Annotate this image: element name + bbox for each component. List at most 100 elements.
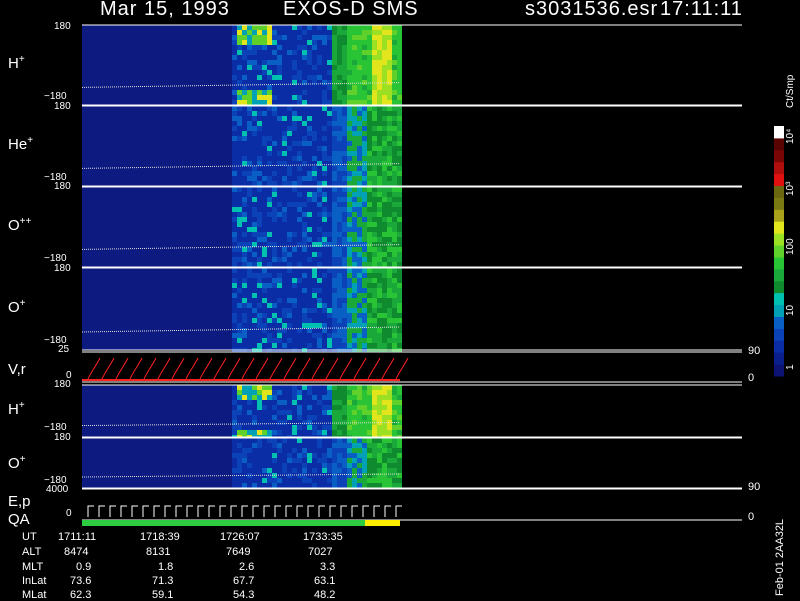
panel-o-plus-plus-cell	[327, 257, 332, 262]
panel-he-plus-cell	[372, 126, 377, 131]
panel-o-plus-plus-cell	[292, 252, 297, 257]
panel-h-plus-cell	[247, 60, 252, 65]
panel-h-plus-cell	[332, 75, 337, 80]
panel-he-plus-cell	[377, 111, 382, 116]
panel-he-plus-cell	[287, 116, 292, 121]
panel-h-plus-cell	[307, 30, 312, 35]
panel-h-plus-2-cell	[377, 430, 382, 435]
panel-o-plus-2-cell	[237, 483, 242, 488]
panel-o-plus-cell	[312, 283, 317, 288]
panel-h-plus-2-cell	[307, 390, 312, 395]
panel-h-plus-cell	[242, 80, 247, 85]
panel-h-plus-cell	[252, 85, 257, 90]
panel-h-plus-cell	[367, 90, 372, 95]
panel-o-plus-cell	[362, 283, 367, 288]
panel-o-plus-2-cell	[377, 468, 382, 473]
panel-o-plus-cell	[362, 298, 367, 303]
panel-o-plus-cell	[357, 298, 362, 303]
panel-o-plus-cell	[237, 283, 242, 288]
panel-h-plus-cell	[382, 100, 387, 105]
panel-he-plus-cell	[267, 146, 272, 151]
panel-he-plus-cell	[257, 156, 262, 161]
panel-h-plus-cell	[352, 55, 357, 60]
panel-o-plus-2-cell	[297, 478, 302, 483]
panel-he-plus-cell	[337, 131, 342, 136]
panel-h-plus-cell	[297, 90, 302, 95]
panel-o-plus-plus-cell	[382, 247, 387, 252]
panel-o-plus-plus-cell	[317, 217, 322, 222]
panel-o-plus-plus-cell	[337, 192, 342, 197]
panel-h-plus-2-cell	[387, 415, 392, 420]
panel-o-plus-plus-cell	[342, 252, 347, 257]
panel-o-plus-plus-cell	[352, 222, 357, 227]
panel-o-plus-cell	[397, 318, 402, 323]
panel-h-plus-cell	[307, 90, 312, 95]
panel-o-plus-cell	[332, 298, 337, 303]
panel-o-plus-cell	[307, 273, 312, 278]
panel-he-plus-cell	[372, 146, 377, 151]
panel-o-plus-plus-cell	[252, 222, 257, 227]
panel-o-plus-2-cell	[332, 468, 337, 473]
panel-o-plus-plus-cell	[252, 217, 257, 222]
panel-he-plus-cell	[272, 131, 277, 136]
panel-o-plus-plus-cell	[247, 207, 252, 212]
panel-o-plus-plus-cell	[337, 207, 342, 212]
panel-he-plus-cell	[272, 126, 277, 131]
panel-he-plus-cell	[252, 126, 257, 131]
panel-o-plus-plus-cell	[277, 202, 282, 207]
panel-h-plus-2-cell	[282, 430, 287, 435]
panel-h-plus-cell	[322, 45, 327, 50]
panel-h-plus-cell	[282, 60, 287, 65]
panel-h-plus-cell	[302, 25, 307, 30]
panel-h-plus-cell	[237, 50, 242, 55]
panel-o-plus-2-cell	[292, 483, 297, 488]
panel-o-plus-plus-cell	[397, 197, 402, 202]
panel-h-plus-cell	[247, 70, 252, 75]
panel-he-plus-cell	[352, 116, 357, 121]
panel-o-plus-plus-cell	[307, 232, 312, 237]
panel-o-plus-plus-cell	[262, 257, 267, 262]
panel-h-plus-cell	[237, 70, 242, 75]
panel-o-plus-plus-cell	[397, 247, 402, 252]
panel-o-plus-cell	[337, 278, 342, 283]
panel-o-plus-plus-cell	[357, 202, 362, 207]
panel-o-plus-plus-cell	[337, 257, 342, 262]
panel-o-plus-cell	[292, 268, 297, 273]
ep-step	[329, 505, 336, 517]
panel-o-plus-cell	[232, 288, 237, 293]
panel-he-plus-cell	[377, 166, 382, 171]
panel-h-plus-cell	[397, 65, 402, 70]
panel-o-plus-cell	[232, 293, 237, 298]
panel-o-plus-2-cell	[242, 448, 247, 453]
panel-he-plus-cell	[352, 131, 357, 136]
panel-o-plus-2-cell	[272, 458, 277, 463]
panel-h-plus-2-cell	[307, 420, 312, 425]
panel-o-plus-plus-cell	[387, 212, 392, 217]
panel-o-plus-2-cell	[292, 478, 297, 483]
panel-he-plus-cell	[282, 151, 287, 156]
panel-o-plus-2-cell	[392, 458, 397, 463]
panel-o-plus-plus-cell	[302, 222, 307, 227]
panel-o-plus-cell	[397, 268, 402, 273]
panel-he-plus-cell	[392, 151, 397, 156]
panel-o-plus-cell	[387, 318, 392, 323]
panel-o-plus-plus-cell	[392, 252, 397, 257]
panel-h-plus-2-cell	[377, 410, 382, 415]
panel-he-plus-cell	[287, 121, 292, 126]
panel-he-plus-cell	[277, 106, 282, 111]
panel-he-plus-cell	[382, 181, 387, 186]
panel-o-plus-plus-cell	[237, 232, 242, 237]
panel-he-plus-cell	[282, 171, 287, 176]
panel-o-plus-2-cell	[252, 483, 257, 488]
panel-h-plus-cell	[307, 100, 312, 105]
panel-he-plus-cell	[332, 181, 337, 186]
panel-h-plus-cell	[382, 60, 387, 65]
panel-o-plus-cell	[397, 323, 402, 328]
panel-h-plus-cell	[357, 55, 362, 60]
panel-o-plus-plus-cell	[367, 187, 372, 192]
mlat-value: 54.3	[233, 589, 255, 601]
panel-he-plus-cell	[327, 121, 332, 126]
panel-o-plus-plus-cell	[272, 257, 277, 262]
panel-he-plus-cell	[297, 131, 302, 136]
panel-o-plus-plus-cell	[377, 242, 382, 247]
